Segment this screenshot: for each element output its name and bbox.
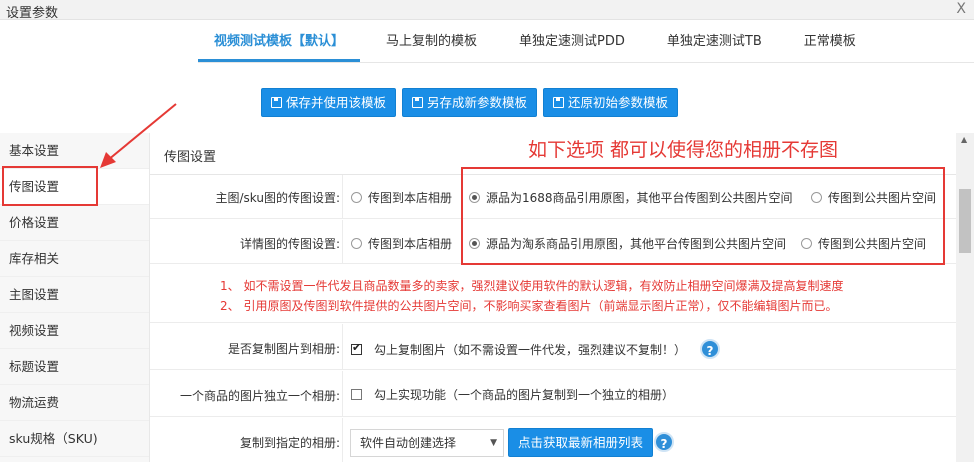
scroll-thumb[interactable] — [959, 189, 971, 253]
option-label: 传图到本店相册 — [368, 191, 453, 205]
scroll-up-icon[interactable]: ▲ — [961, 135, 967, 144]
target-album-label: 复制到指定的相册: — [239, 436, 340, 450]
close-icon[interactable]: X — [956, 1, 966, 17]
settings-panel: 传图设置 如下选项 都可以使得您的相册不存图 主图/sku图的传图设置: 传图到… — [150, 133, 956, 462]
album-select-value: 软件自动创建选择 — [360, 436, 457, 450]
checkbox-checked[interactable] — [351, 341, 362, 355]
one-album-per-product-row: 一个商品的图片独立一个相册: 勾上实现功能（一个商品的图片复制到一个独立的相册） — [150, 371, 956, 417]
sidebar-item-main-image[interactable]: 主图设置 — [0, 277, 149, 313]
copy-to-album-option[interactable]: 勾上复制图片（如不需设置一件代发，强烈建议不复制！） ? — [351, 339, 721, 359]
help-icon[interactable]: ? — [654, 432, 674, 452]
checkbox[interactable] — [351, 389, 362, 400]
option-label: 源品为1688商品引用原图，其他平台传图到公共图片空间 — [486, 191, 793, 205]
save-icon — [553, 97, 565, 108]
sidebar-item-basic[interactable]: 基本设置 — [0, 133, 149, 169]
radio-button[interactable] — [811, 192, 822, 203]
detail-image-upload-label: 详情图的传图设置: — [239, 237, 340, 251]
one-album-per-product-label: 一个商品的图片独立一个相册: — [179, 389, 340, 403]
template-actions: 保存并使用该模板 另存成新参数模板 还原初始参数模板 — [261, 88, 679, 117]
template-tabs: 视频测试模板【默认】 马上复制的模板 单独定速测试PDD 单独定速测试TB 正常… — [198, 24, 882, 62]
row-separator — [342, 371, 343, 416]
main-image-option-store-album[interactable]: 传图到本店相册 — [351, 189, 452, 206]
main-image-option-public-space[interactable]: 传图到公共图片空间 — [811, 189, 936, 206]
row-separator — [342, 418, 343, 462]
settings-sidebar: 基本设置 传图设置 价格设置 库存相关 主图设置 视频设置 标题设置 物流运费 … — [0, 133, 150, 462]
help-icon[interactable]: ? — [700, 339, 721, 359]
radio-button[interactable] — [351, 192, 362, 203]
detail-image-option-public-space[interactable]: 传图到公共图片空间 — [801, 235, 926, 252]
save-and-use-button[interactable]: 保存并使用该模板 — [261, 88, 397, 117]
main-image-upload-label: 主图/sku图的传图设置: — [215, 191, 340, 205]
section-title: 传图设置 — [164, 150, 217, 165]
tab-divider — [198, 62, 974, 63]
detail-image-upload-row: 详情图的传图设置: 传图到本店相册 源品为淘系商品引用原图，其他平台传图到公共图… — [150, 220, 956, 264]
row-separator — [342, 220, 343, 263]
row-separator — [342, 324, 343, 369]
one-album-per-product-option[interactable]: 勾上实现功能（一个商品的图片复制到一个独立的相册） — [351, 386, 674, 403]
sidebar-item-price[interactable]: 价格设置 — [0, 205, 149, 241]
sidebar-item-shipping[interactable]: 物流运费 — [0, 385, 149, 421]
save-icon — [271, 97, 282, 108]
copy-to-album-label: 是否复制图片到相册: — [227, 342, 340, 356]
option-label: 传图到公共图片空间 — [818, 237, 927, 251]
sidebar-item-title[interactable]: 标题设置 — [0, 349, 149, 385]
warning-line-2: 2、 引用原图及传图到软件提供的公共图片空间，不影响买家查看图片（前端显示图片正… — [220, 299, 838, 313]
caret-down-icon: ▼ — [490, 438, 497, 448]
radio-button-selected[interactable] — [469, 192, 480, 203]
tab-normal[interactable]: 正常模板 — [788, 24, 872, 62]
window-title: 设置参数 — [6, 6, 59, 21]
tab-pdd-speed[interactable]: 单独定速测试PDD — [503, 24, 641, 62]
sidebar-item-stock[interactable]: 库存相关 — [0, 241, 149, 277]
radio-button[interactable] — [351, 238, 362, 249]
main-image-option-1688-original[interactable]: 源品为1688商品引用原图，其他平台传图到公共图片空间 — [469, 189, 793, 206]
tab-tb-speed[interactable]: 单独定速测试TB — [651, 24, 778, 62]
option-label: 源品为淘系商品引用原图，其他平台传图到公共图片空间 — [486, 237, 787, 251]
warning-line-1: 1、 如不需设置一件代发且商品数量多的卖家，强烈建议使用软件的默认逻辑，有效防止… — [220, 279, 844, 293]
save-as-new-label: 另存成新参数模板 — [427, 95, 528, 110]
option-label: 传图到本店相册 — [368, 237, 453, 251]
annotation-text: 如下选项 都可以使得您的相册不存图 — [528, 139, 839, 161]
window-titlebar: 设置参数 X — [0, 0, 974, 21]
sidebar-item-video[interactable]: 视频设置 — [0, 313, 149, 349]
radio-button[interactable] — [801, 238, 812, 249]
option-label: 勾上复制图片（如不需设置一件代发，强烈建议不复制！） — [374, 342, 687, 357]
tab-video-test-default[interactable]: 视频测试模板【默认】 — [198, 24, 361, 62]
copy-to-album-row: 是否复制图片到相册: 勾上复制图片（如不需设置一件代发，强烈建议不复制！） ? — [150, 324, 956, 370]
detail-image-option-store-album[interactable]: 传图到本店相册 — [351, 235, 452, 252]
sidebar-item-sku[interactable]: sku规格（SKU) — [0, 421, 149, 457]
warning-block: 1、 如不需设置一件代发且商品数量多的卖家，强烈建议使用软件的默认逻辑，有效防止… — [150, 265, 956, 323]
save-as-new-button[interactable]: 另存成新参数模板 — [402, 88, 538, 117]
save-icon — [412, 97, 424, 108]
album-select[interactable]: 软件自动创建选择 ▼ — [350, 429, 504, 457]
restore-default-button[interactable]: 还原初始参数模板 — [543, 88, 679, 117]
tab-copy-now[interactable]: 马上复制的模板 — [370, 24, 493, 62]
save-and-use-label: 保存并使用该模板 — [286, 95, 387, 110]
option-label: 勾上实现功能（一个商品的图片复制到一个独立的相册） — [374, 388, 675, 402]
fetch-album-list-button[interactable]: 点击获取最新相册列表 — [508, 428, 654, 457]
radio-button-selected[interactable] — [469, 238, 480, 249]
sidebar-item-image-upload[interactable]: 传图设置 — [0, 169, 149, 205]
vertical-scrollbar[interactable]: ▲ — [956, 133, 974, 462]
option-label: 传图到公共图片空间 — [828, 191, 937, 205]
restore-default-label: 还原初始参数模板 — [568, 95, 669, 110]
main-image-upload-row: 主图/sku图的传图设置: 传图到本店相册 源品为1688商品引用原图，其他平台… — [150, 175, 956, 219]
row-separator — [342, 175, 343, 218]
detail-image-option-taobao-original[interactable]: 源品为淘系商品引用原图，其他平台传图到公共图片空间 — [469, 235, 786, 252]
